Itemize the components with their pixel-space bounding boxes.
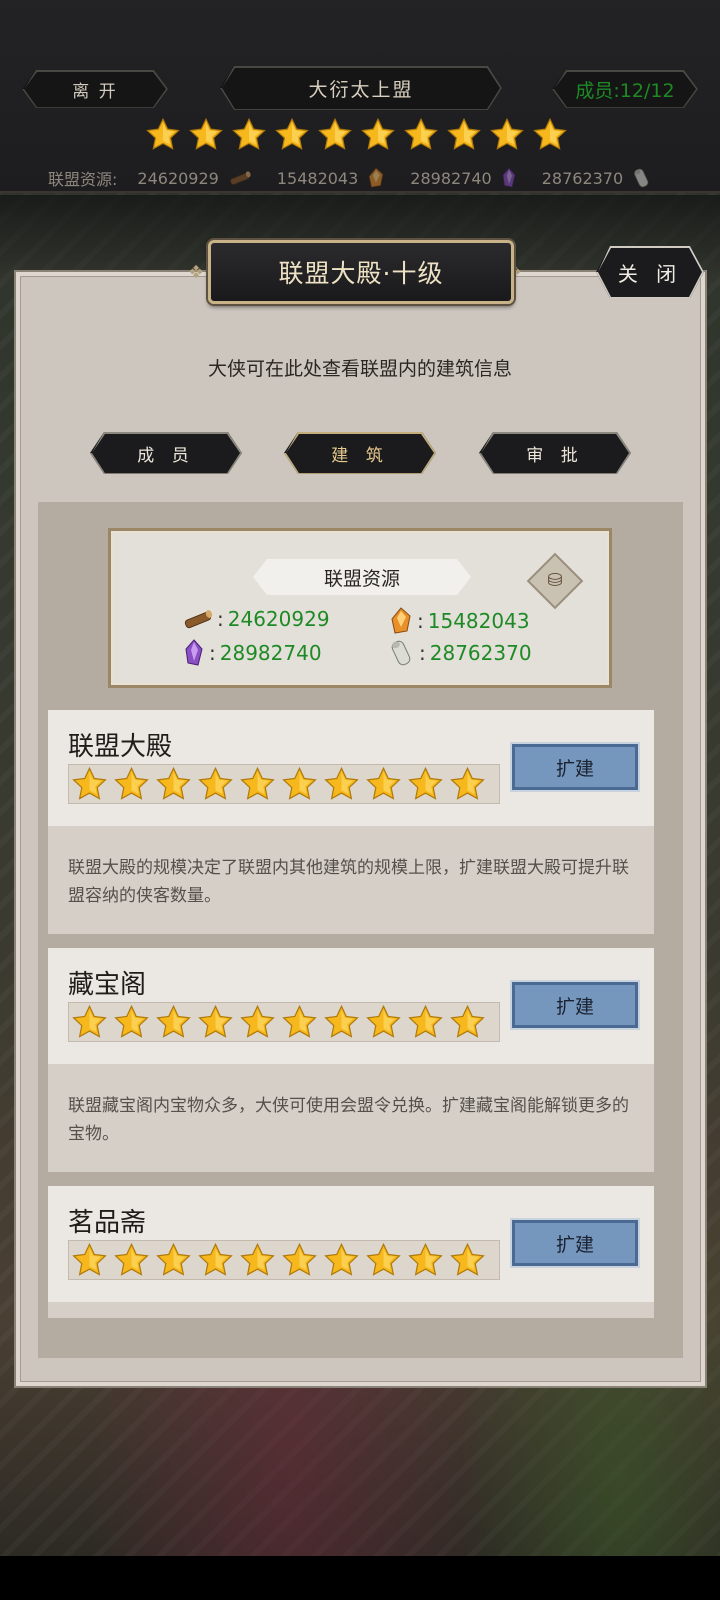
star-icon bbox=[407, 766, 444, 803]
star-icon bbox=[281, 1004, 318, 1041]
star-icon bbox=[532, 117, 568, 153]
alliance-resource-box: 联盟资源 ⛁ :24620929 :15482043 :28982740 :28… bbox=[108, 528, 612, 688]
wood-icon bbox=[183, 607, 213, 631]
building-description: 联盟藏宝阁内宝物众多，大侠可使用会盟令兑换。扩建藏宝阁能解锁更多的宝物。 bbox=[48, 1064, 654, 1172]
expand-button[interactable]: 扩建 bbox=[512, 1220, 638, 1266]
resource-wood: :24620929 bbox=[183, 607, 330, 631]
header-resource-value: 24620929 bbox=[137, 168, 219, 188]
star-icon bbox=[155, 1242, 192, 1279]
resource-bag-icon[interactable]: ⛁ bbox=[526, 552, 584, 610]
panel-intro-text: 大侠可在此处查看联盟内的建筑信息 bbox=[207, 358, 512, 380]
building-name: 茗品斋 bbox=[68, 1208, 147, 1238]
star-icon bbox=[323, 1242, 360, 1279]
building-name: 藏宝阁 bbox=[68, 970, 147, 1000]
star-icon bbox=[323, 766, 360, 803]
crystal-icon bbox=[183, 639, 205, 667]
building-description: 联盟大殿的规模决定了联盟内其他建筑的规模上限，扩建联盟大殿可提升联盟容纳的侠客数… bbox=[48, 826, 654, 934]
star-icon bbox=[365, 1242, 402, 1279]
star-icon bbox=[197, 1004, 234, 1041]
building-card-treasury: 藏宝阁 扩建 联盟藏宝阁内宝物众多，大侠可使用会盟令兑换。扩建藏宝阁能解锁更多的… bbox=[48, 948, 654, 1172]
wood-icon bbox=[229, 169, 252, 187]
alliance-header: 离 开 大衍太上盟 成员:12/12 联盟资源: 24620929 1548204… bbox=[0, 0, 720, 193]
star-icon bbox=[365, 766, 402, 803]
star-icon bbox=[407, 1004, 444, 1041]
star-icon bbox=[113, 1242, 150, 1279]
star-icon bbox=[71, 1004, 108, 1041]
star-icon bbox=[145, 117, 181, 153]
star-icon bbox=[239, 1242, 276, 1279]
star-icon bbox=[317, 117, 353, 153]
crystal-icon bbox=[500, 167, 517, 189]
star-icon bbox=[231, 117, 267, 153]
header-resource-value: 28982740 bbox=[410, 168, 492, 188]
star-icon bbox=[239, 766, 276, 803]
star-icon bbox=[407, 1242, 444, 1279]
building-stars bbox=[68, 1240, 500, 1280]
system-nav-bar bbox=[0, 1556, 720, 1600]
tab-approval[interactable]: 审 批 bbox=[479, 432, 631, 474]
building-stars bbox=[68, 1002, 500, 1042]
star-icon bbox=[446, 117, 482, 153]
star-icon bbox=[113, 766, 150, 803]
close-button[interactable]: 关 闭 bbox=[596, 246, 704, 298]
building-stars bbox=[68, 764, 500, 804]
scroll-icon bbox=[389, 639, 415, 667]
star-icon bbox=[239, 1004, 276, 1041]
star-icon bbox=[188, 117, 224, 153]
resource-ore: :15482043 bbox=[389, 607, 530, 635]
tab-buildings[interactable]: 建 筑 bbox=[284, 432, 436, 474]
star-icon bbox=[489, 117, 525, 153]
leave-button[interactable]: 离 开 bbox=[22, 70, 168, 108]
expand-button[interactable]: 扩建 bbox=[512, 744, 638, 790]
star-icon bbox=[449, 1242, 486, 1279]
list-bottom-edge bbox=[38, 1318, 683, 1358]
alliance-level-stars bbox=[145, 117, 568, 153]
resource-scroll: :28762370 bbox=[389, 639, 532, 667]
star-icon bbox=[71, 766, 108, 803]
star-icon bbox=[449, 766, 486, 803]
star-icon bbox=[274, 117, 310, 153]
star-icon bbox=[197, 1242, 234, 1279]
star-icon bbox=[281, 1242, 318, 1279]
star-icon bbox=[155, 766, 192, 803]
ore-icon bbox=[367, 167, 385, 189]
resource-crystal: :28982740 bbox=[183, 639, 322, 667]
star-icon bbox=[155, 1004, 192, 1041]
star-icon bbox=[449, 1004, 486, 1041]
header-resources: 联盟资源: 24620929 15482043 28982740 28762370 bbox=[48, 164, 677, 192]
star-icon bbox=[360, 117, 396, 153]
star-icon bbox=[403, 117, 439, 153]
star-icon bbox=[281, 766, 318, 803]
alliance-name-plate: 大衍太上盟 bbox=[220, 66, 502, 110]
resource-box-title: 联盟资源 bbox=[253, 559, 471, 595]
building-list[interactable]: 联盟资源 ⛁ :24620929 :15482043 :28982740 :28… bbox=[38, 502, 683, 1358]
building-card-hall: 联盟大殿 扩建 联盟大殿的规模决定了联盟内其他建筑的规模上限，扩建联盟大殿可提升… bbox=[48, 710, 654, 934]
star-icon bbox=[113, 1004, 150, 1041]
scroll-icon bbox=[632, 168, 652, 189]
panel-title: 联盟大殿·十级 bbox=[208, 240, 514, 304]
star-icon bbox=[323, 1004, 360, 1041]
star-icon bbox=[197, 766, 234, 803]
star-icon bbox=[71, 1242, 108, 1279]
expand-button[interactable]: 扩建 bbox=[512, 982, 638, 1028]
header-resource-value: 15482043 bbox=[276, 168, 359, 188]
ore-icon bbox=[389, 607, 413, 635]
member-count[interactable]: 成员:12/12 bbox=[552, 70, 698, 108]
resources-label: 联盟资源: bbox=[48, 170, 118, 189]
star-icon bbox=[365, 1004, 402, 1041]
building-name: 联盟大殿 bbox=[68, 732, 173, 762]
tab-members[interactable]: 成 员 bbox=[90, 432, 242, 474]
header-resource-value: 28762370 bbox=[541, 168, 624, 188]
